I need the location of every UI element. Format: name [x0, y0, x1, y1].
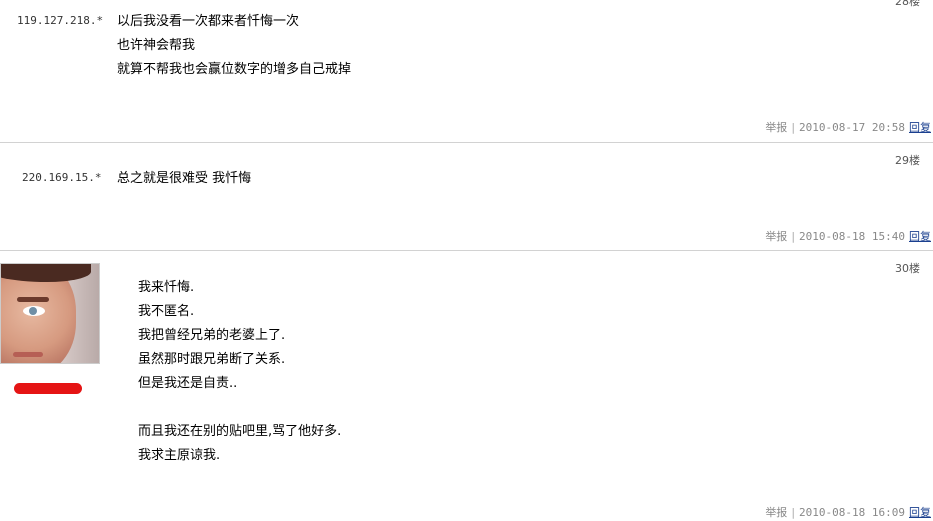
content-line: 我来忏悔. [138, 280, 195, 295]
separator: | [791, 230, 796, 243]
floor-number: 28楼 [895, 0, 920, 8]
post-timestamp: 2010-08-18 16:09 [799, 506, 905, 519]
floor-number: 30楼 [895, 262, 920, 275]
content-line: 总之就是很难受 我忏悔 [117, 171, 252, 186]
reply-link[interactable]: 回复 [909, 230, 931, 243]
reply-link[interactable]: 回复 [909, 506, 931, 519]
post-timestamp: 2010-08-17 20:58 [799, 121, 905, 134]
reply-link[interactable]: 回复 [909, 121, 931, 134]
content-line: 我把曾经兄弟的老婆上了. [138, 328, 286, 343]
content-line: 而且我还在别的贴吧里,骂了他好多. [138, 424, 342, 439]
post-30: 30楼 我来忏悔. 我不匿名. 我把曾经兄弟的老婆上了. 虽然那时跟兄弟断了关系… [0, 251, 933, 521]
content-line [138, 396, 341, 420]
post-meta: 举报 | 2010-08-17 20:58 回复 [765, 119, 931, 135]
separator: | [791, 506, 796, 519]
report-link[interactable]: 举报 [765, 121, 787, 134]
report-link[interactable]: 举报 [765, 506, 787, 519]
post-content: 总之就是很难受 我忏悔 [117, 167, 251, 191]
content-line: 我不匿名. [138, 304, 195, 319]
post-28: 28楼 119.127.218.* 以后我没看一次都来者忏悔一次 也许神会帮我 … [0, 0, 933, 142]
floor-number: 29楼 [895, 154, 920, 167]
content-line: 以后我没看一次都来者忏悔一次 [117, 14, 300, 29]
post-meta: 举报 | 2010-08-18 15:40 回复 [765, 228, 931, 244]
content-line: 虽然那时跟兄弟断了关系. [138, 352, 286, 367]
post-meta: 举报 | 2010-08-18 16:09 回复 [765, 504, 931, 520]
content-line: 也许神会帮我 [117, 38, 196, 53]
separator: | [791, 121, 796, 134]
report-link[interactable]: 举报 [765, 230, 787, 243]
content-line: 但是我还是自责.. [138, 376, 238, 391]
post-29: 29楼 220.169.15.* 总之就是很难受 我忏悔 举报 | 2010-08-… [0, 143, 933, 250]
post-content: 我来忏悔. 我不匿名. 我把曾经兄弟的老婆上了. 虽然那时跟兄弟断了关系. 但是… [138, 276, 341, 468]
ip-address: 119.127.218.* [17, 14, 104, 27]
content-line: 就算不帮我也会赢位数字的增多自己戒掉 [117, 62, 352, 77]
ip-address: 220.169.15.* [22, 171, 102, 184]
content-line: 我求主原谅我. [138, 448, 221, 463]
post-timestamp: 2010-08-18 15:40 [799, 230, 905, 243]
post-content: 以后我没看一次都来者忏悔一次 也许神会帮我 就算不帮我也会赢位数字的增多自己戒掉 [117, 10, 351, 82]
